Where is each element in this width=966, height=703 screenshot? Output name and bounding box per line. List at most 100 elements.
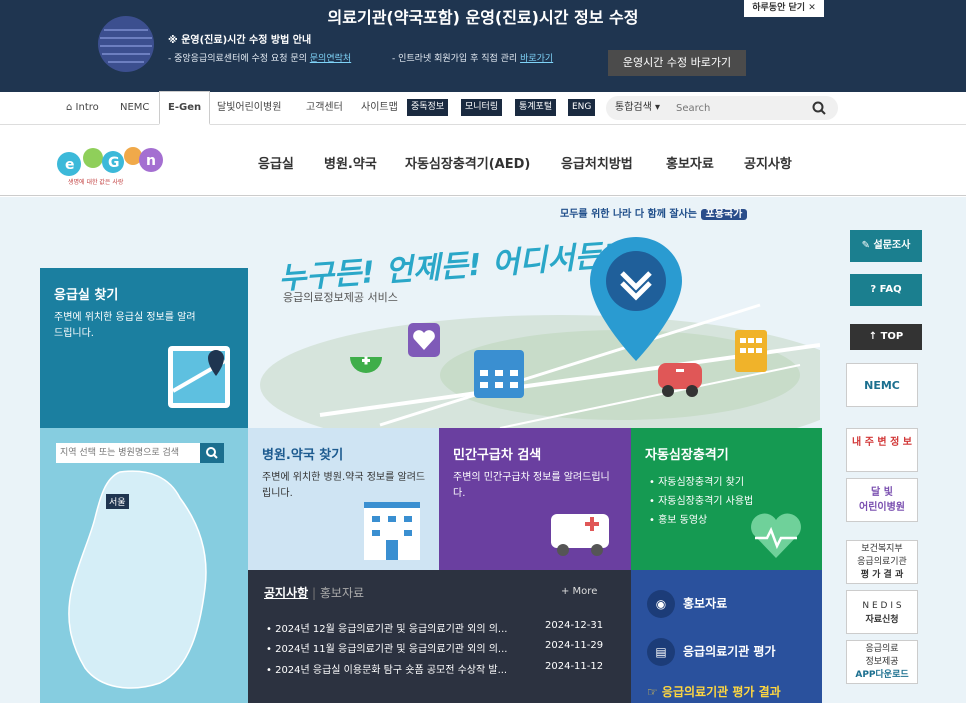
nemc-link[interactable]: NEMC xyxy=(120,92,149,124)
top-notice-banner: 의료기관(약국포함) 운영(진료)시간 정보 수정 ※ 운영(진료)시간 수정 … xyxy=(0,0,966,92)
aed-video-link[interactable]: • 홍보 동영상 xyxy=(649,511,753,530)
er-evaluation-link[interactable]: ▤ 응급의료기관 평가 xyxy=(647,638,776,666)
app-label-3: APP다운로드 xyxy=(855,670,909,680)
heartbeat-icon xyxy=(751,513,801,558)
mohw-evaluation-banner[interactable]: 보건복지부 응급의료기관 평 가 결 과 xyxy=(846,540,918,584)
local-info-banner[interactable]: 내 주 변 정 보 xyxy=(846,428,918,472)
monitoring-button[interactable]: 모니터링 xyxy=(461,99,503,116)
nav-emergency-room[interactable]: 응급실 xyxy=(258,153,294,172)
scroll-top-button[interactable]: ↑ TOP xyxy=(850,324,922,350)
search-scope-select[interactable]: 통합검색 ▾ xyxy=(615,96,660,120)
poison-info-button[interactable]: 중독정보 xyxy=(407,99,449,116)
intro-label: Intro xyxy=(75,102,99,113)
korea-map-panel[interactable]: 서울 xyxy=(40,428,248,703)
nav-notice[interactable]: 공지사항 xyxy=(744,153,792,172)
moon-label-1: 달 빛 xyxy=(871,487,893,498)
contact-link[interactable]: 문의연락처 xyxy=(310,54,351,64)
private-ambulance-desc: 주변의 민간구급차 정보를 알려드립니다. xyxy=(453,472,610,499)
hospital-tile-title: 병원.약국 찾기 xyxy=(262,448,344,463)
notice-row-title[interactable]: • 2024년 11월 응급의료기관 및 응급의료기관 외의 의... xyxy=(266,640,507,655)
banner-line1-text: - 중앙응급의료센터에 수정 요청 문의 xyxy=(168,54,310,64)
aed-tile[interactable]: 자동심장충격기 • 자동심장충격기 찾기 • 자동심장충격기 사용법 • 홍보 … xyxy=(631,428,822,570)
stats-portal-button[interactable]: 통계포털 xyxy=(515,99,557,116)
moon-hospital-link[interactable]: 달빛어린이병원 xyxy=(217,92,281,124)
nedis-label-1: N E D I S xyxy=(862,601,902,611)
hospital-icon xyxy=(364,502,420,560)
svg-text:G: G xyxy=(108,155,120,171)
slogan-text: 모두를 위한 나라 다 함께 잘사는 xyxy=(560,209,701,220)
search-icon xyxy=(206,447,218,459)
hospital-finder-tile[interactable]: 병원.약국 찾기 주변에 위치한 병원.약국 정보를 알려드립니다. xyxy=(248,428,439,570)
slogan: 모두를 위한 나라 다 함께 잘사는 포용국가 xyxy=(560,205,748,220)
building-icon xyxy=(735,330,767,372)
broken-heart-icon xyxy=(408,323,440,357)
sitemap-link[interactable]: 사이트맵 xyxy=(361,92,398,124)
banner-line1: - 중앙응급의료센터에 수정 요청 문의 문의연락처 xyxy=(168,51,351,64)
close-today-button[interactable]: 하루동안 닫기 ✕ xyxy=(744,0,824,17)
mohw-label-3: 평 가 결 과 xyxy=(860,570,904,580)
svg-text:n: n xyxy=(146,153,156,169)
evaluation-result-link[interactable]: ☞ 응급의료기관 평가 결과 xyxy=(647,683,781,700)
edit-hours-button[interactable]: 운영시간 수정 바로가기 xyxy=(608,50,746,76)
ambulance-car-icon xyxy=(658,363,702,397)
customer-center-link[interactable]: 고객센터 xyxy=(306,92,343,124)
logo-subtitle: 생명에 대한 값은 사랑 xyxy=(68,179,124,186)
app-label-2: 정보제공 xyxy=(865,657,899,667)
faq-button[interactable]: ? FAQ xyxy=(850,274,922,306)
map-pin-icon xyxy=(168,346,230,408)
local-info-label: 내 주 변 정 보 xyxy=(852,437,912,448)
tab-promo[interactable]: 홍보자료 xyxy=(320,586,364,600)
slogan-tag: 포용국가 xyxy=(700,209,748,220)
notice-row-date: 2024-12-31 xyxy=(545,620,604,631)
notice-row-title[interactable]: • 2024년 응급실 이용문화 탐구 숏폼 공모전 수상작 발... xyxy=(266,661,507,676)
home-icon: ⌂ xyxy=(66,102,76,113)
ambulance-icon xyxy=(551,514,609,556)
mohw-label-2: 응급의료기관 xyxy=(857,557,907,567)
egen-tab[interactable]: E-Gen xyxy=(159,91,211,125)
aed-howto-link[interactable]: • 자동심장충격기 사용법 xyxy=(649,492,753,511)
notice-row-date: 2024-11-12 xyxy=(545,661,604,672)
intro-link[interactable]: ⌂ Intro xyxy=(66,92,99,124)
er-tile-desc: 주변에 위치한 응급실 정보를 알려드립니다. xyxy=(54,312,196,339)
er-finder-tile[interactable]: 응급실 찾기 주변에 위치한 응급실 정보를 알려드립니다. xyxy=(40,268,248,428)
survey-button[interactable]: ✎ 설문조사 xyxy=(850,230,922,262)
nav-promotion[interactable]: 홍보자료 xyxy=(666,153,714,172)
promo-materials-link[interactable]: ◉ 홍보자료 xyxy=(647,590,727,618)
more-link[interactable]: + More xyxy=(561,586,597,597)
tab-notice[interactable]: 공지사항 xyxy=(264,586,308,600)
seoul-marker[interactable]: 서울 xyxy=(106,494,129,509)
notice-tabs: 공지사항 | 홍보자료 xyxy=(264,584,364,601)
hospital-building-icon xyxy=(474,350,524,398)
pharmacy-mortar-icon xyxy=(350,356,382,373)
private-ambulance-title: 민간구급차 검색 xyxy=(453,448,542,463)
film-reel-icon: ◉ xyxy=(647,590,675,618)
aed-tile-title: 자동심장충격기 xyxy=(645,448,729,463)
integrated-search: 통합검색 ▾ xyxy=(606,96,838,120)
banner-guide: ※ 운영(진료)시간 수정 방법 안내 xyxy=(168,35,312,46)
private-ambulance-tile[interactable]: 민간구급차 검색 주변의 민간구급차 정보를 알려드립니다. xyxy=(439,428,631,570)
nav-aed[interactable]: 자동심장충격기(AED) xyxy=(405,153,530,172)
eng-button[interactable]: ENG xyxy=(568,99,596,116)
nav-first-aid[interactable]: 응급처치방법 xyxy=(561,153,633,172)
search-input[interactable] xyxy=(676,99,812,117)
aed-find-link[interactable]: • 자동심장충격기 찾기 xyxy=(649,473,753,492)
notice-row-title[interactable]: • 2024년 12월 응급의료기관 및 응급의료기관 외의 의... xyxy=(266,620,507,635)
nedis-banner[interactable]: N E D I S 자료신청 xyxy=(846,590,918,634)
site-header: e G n 생명에 대한 값은 사랑 응급실 병원.약국 자동심장충격기(AED… xyxy=(0,126,966,196)
nav-hospital-pharmacy[interactable]: 병원.약국 xyxy=(324,153,377,172)
tab-divider: | xyxy=(312,586,320,600)
region-search-button[interactable] xyxy=(200,443,224,463)
moon-hospital-banner[interactable]: 달 빛어린이병원 xyxy=(846,478,918,522)
hero-subtitle: 응급의료정보제공 서비스 xyxy=(283,291,398,304)
moon-label-2: 어린이병원 xyxy=(859,502,905,513)
er-tile-title: 응급실 찾기 xyxy=(54,288,119,303)
region-search-input[interactable] xyxy=(56,443,200,463)
nedis-label-2: 자료신청 xyxy=(865,615,899,625)
promo-materials-label: 홍보자료 xyxy=(683,596,728,611)
search-icon[interactable] xyxy=(812,101,826,115)
location-pin-icon xyxy=(590,237,682,361)
shortcut-link[interactable]: 바로가기 xyxy=(520,54,553,64)
nemc-banner[interactable]: NEMC xyxy=(846,363,918,407)
er-evaluation-label: 응급의료기관 평가 xyxy=(683,644,776,659)
app-download-banner[interactable]: 응급의료 정보제공 APP다운로드 xyxy=(846,640,918,684)
